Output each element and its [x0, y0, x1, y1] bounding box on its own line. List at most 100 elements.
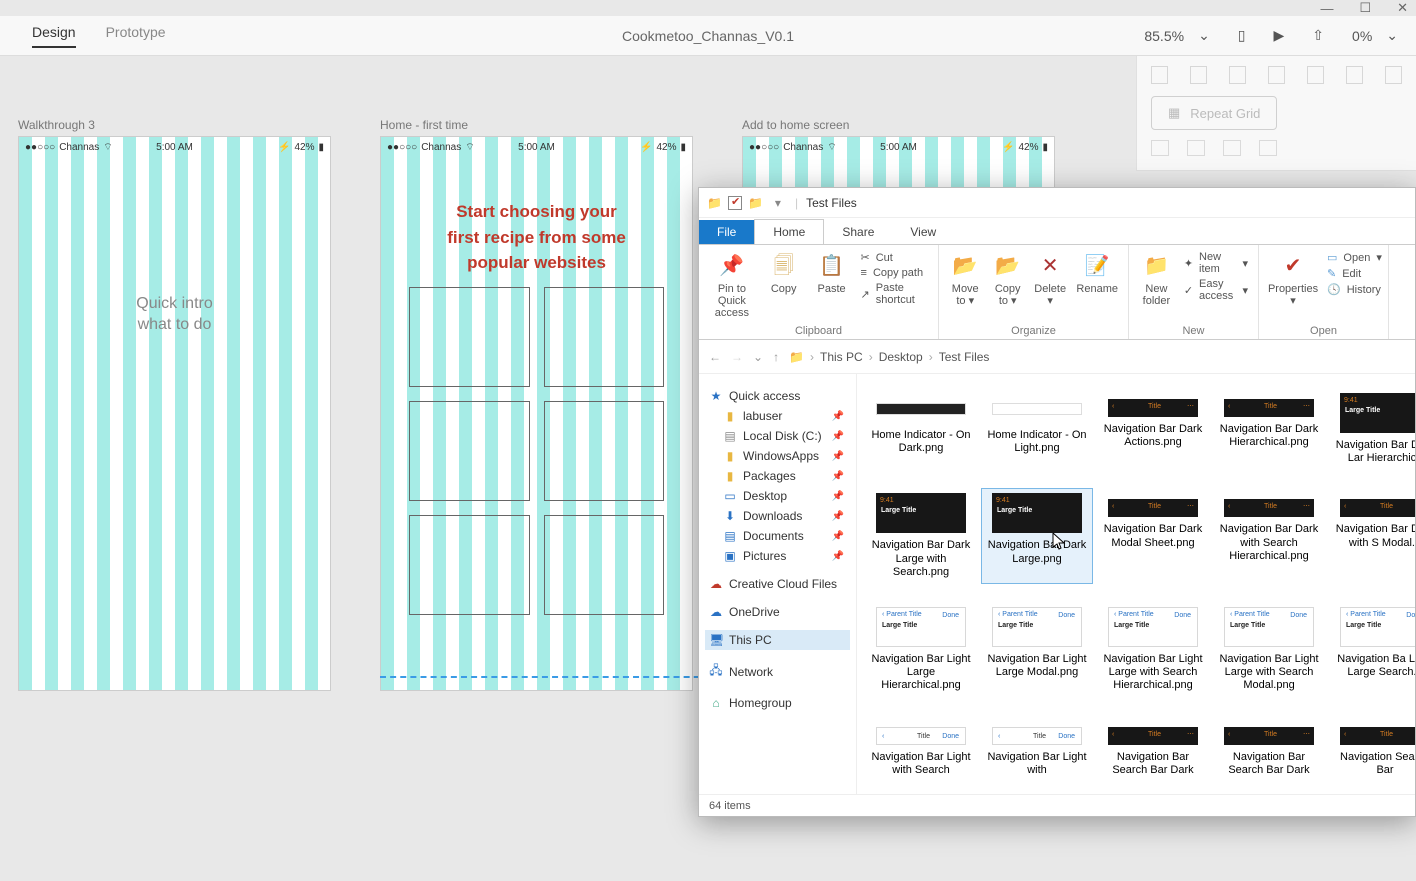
file-item[interactable]: ‹Title⋯Navigation Bar Dark with S Modal.… [1329, 488, 1415, 584]
minimize-icon[interactable]: — [1320, 1, 1333, 16]
file-item[interactable]: Home Indicator - On Dark.png [865, 388, 977, 470]
placeholder-cell[interactable] [544, 515, 665, 615]
file-name: Navigation Bar Light Large with Search H… [1102, 653, 1204, 693]
file-item[interactable]: 9:41Large TitleNavigation Bar Dark Large… [981, 488, 1093, 584]
align-bottom-icon[interactable] [1229, 66, 1246, 84]
align-top-icon[interactable] [1151, 66, 1168, 84]
boolean-intersect-icon[interactable] [1223, 140, 1241, 156]
rename-button[interactable]: 📝Rename [1076, 251, 1118, 307]
file-list[interactable]: Home Indicator - On Dark.pngHome Indicat… [857, 374, 1415, 794]
chevron-down-icon[interactable]: ▾ [775, 196, 781, 210]
file-item[interactable]: ‹ Parent TitleLarge TitleDoneNavigation … [1097, 602, 1209, 698]
tab-prototype[interactable]: Prototype [106, 24, 166, 48]
zoom-dropdown[interactable]: 85.5%⌄ [1144, 27, 1209, 44]
artboard-home-first-time[interactable]: Home - first time ●●○○○Channas⌔ 5:00 AM … [380, 118, 693, 691]
file-item[interactable]: ‹ Parent TitleLarge TitleDoneNavigation … [1213, 602, 1325, 698]
placeholder-cell[interactable] [409, 287, 530, 387]
file-item[interactable]: ‹Title⋯Navigation Bar Dark Modal Sheet.p… [1097, 488, 1209, 584]
paste-shortcut-button[interactable]: ↗Paste shortcut [861, 282, 929, 306]
boolean-subtract-icon[interactable] [1187, 140, 1205, 156]
tab-design[interactable]: Design [32, 24, 76, 48]
nav-recent-icon[interactable]: ⌄ [753, 350, 763, 364]
file-item[interactable]: Home Indicator - On Light.png [981, 388, 1093, 470]
nav-forward-icon[interactable]: → [731, 350, 743, 364]
align-stretch-icon[interactable] [1268, 66, 1285, 84]
tree-item[interactable]: ☁Creative Cloud Files [705, 574, 850, 594]
tree-item[interactable]: 🖧Network [705, 658, 850, 685]
file-item[interactable]: 9:41Large TitleNavigation Bar Dark Large… [865, 488, 977, 584]
new-folder-button[interactable]: 📁New folder [1139, 251, 1174, 307]
ribbon-tab-view[interactable]: View [892, 220, 954, 244]
tree-quick-access[interactable]: ★Quick access [705, 386, 850, 406]
properties-button[interactable]: ✔Properties ▾ [1269, 251, 1317, 307]
file-item[interactable]: ‹ Parent TitleLarge TitleDoneNavigation … [981, 602, 1093, 698]
file-item[interactable]: ‹Title⋯Navigation Bar Dark with Search H… [1213, 488, 1325, 584]
file-item[interactable]: 9:41Large TitleNavigation Bar Dark Lar H… [1329, 388, 1415, 470]
tree-item[interactable]: ⌂Homegroup [705, 693, 850, 713]
qat-checkbox[interactable]: ✔ [728, 196, 742, 210]
history-button[interactable]: 🕓History [1327, 283, 1382, 296]
file-item[interactable]: ‹Title⋯Navigation Bar Dark Hierarchical.… [1213, 388, 1325, 470]
breadcrumb[interactable]: 📁 › This PC› Desktop› Test Files [789, 350, 989, 364]
paste-button[interactable]: 📋 Paste [813, 251, 851, 319]
placeholder-cell[interactable] [409, 515, 530, 615]
file-item[interactable]: ‹Title⋯Navigation Bar Search Bar Dark [1213, 716, 1325, 782]
file-item[interactable]: ‹Title⋯Navigation Bar Dark Actions.png [1097, 388, 1209, 470]
file-item[interactable]: ‹ Parent TitleLarge TitleDoneNavigation … [1329, 602, 1415, 698]
repeat-grid-button[interactable]: ▦ Repeat Grid [1151, 96, 1277, 130]
file-item[interactable]: ‹Title⋯Navigation Search Bar [1329, 716, 1415, 782]
close-icon[interactable]: ✕ [1397, 0, 1408, 16]
placeholder-cell[interactable] [409, 401, 530, 501]
tree-item[interactable]: ▣Pictures📌 [719, 546, 850, 566]
artboard-walkthrough-3[interactable]: Walkthrough 3 ●●○○○Channas⌔ 5:00 AM ⚡42%… [18, 118, 331, 691]
edit-button[interactable]: ✎Edit [1327, 267, 1382, 280]
open-button[interactable]: ▭Open ▾ [1327, 251, 1382, 264]
delete-button[interactable]: ✕Delete ▾ [1034, 251, 1066, 307]
tree-item[interactable]: ▮Packages📌 [719, 466, 850, 486]
ribbon-tab-share[interactable]: Share [824, 220, 892, 244]
maximize-icon[interactable]: ☐ [1359, 0, 1371, 16]
file-item[interactable]: ‹Title⋯Navigation Bar Search Bar Dark [1097, 716, 1209, 782]
tree-item[interactable]: ▮WindowsApps📌 [719, 446, 850, 466]
tree-item[interactable]: ▮labuser📌 [719, 406, 850, 426]
file-item[interactable]: ‹TitleDoneNavigation Bar Light with [981, 716, 1093, 782]
nav-back-icon[interactable]: ← [709, 350, 721, 364]
align-right-icon[interactable] [1385, 66, 1402, 84]
tree-this-pc[interactable]: 🖥This PC [705, 630, 850, 650]
copy-button[interactable]: 🗐 Copy [765, 251, 803, 319]
artboard-label[interactable]: Add to home screen [742, 118, 1055, 132]
align-hcenter-icon[interactable] [1346, 66, 1363, 84]
align-left-icon[interactable] [1307, 66, 1324, 84]
explorer-titlebar[interactable]: 📁 ✔ 📁 ▾ | Test Files [699, 188, 1415, 218]
zoom-dropdown-secondary[interactable]: 0%⌄ [1352, 27, 1398, 44]
nav-up-icon[interactable]: ↑ [773, 350, 779, 364]
artboard-label[interactable]: Home - first time [380, 118, 693, 132]
boolean-exclude-icon[interactable] [1259, 140, 1277, 156]
move-to-button[interactable]: 📂Move to ▾ [949, 251, 981, 307]
tree-item[interactable]: ▤Documents📌 [719, 526, 850, 546]
device-preview-icon[interactable]: ▯ [1238, 27, 1246, 44]
align-vcenter-icon[interactable] [1190, 66, 1207, 84]
cut-button[interactable]: ✂Cut [861, 251, 929, 264]
placeholder-cell[interactable] [544, 401, 665, 501]
file-item[interactable]: ‹ Parent TitleLarge TitleDoneNavigation … [865, 602, 977, 698]
pin-button[interactable]: 📌 Pin to Quick access [709, 251, 755, 319]
placeholder-cell[interactable] [544, 287, 665, 387]
share-icon[interactable]: ⇧ [1312, 27, 1324, 44]
tree-item[interactable]: ⬇Downloads📌 [719, 506, 850, 526]
easy-access-button[interactable]: ✓Easy access ▾ [1184, 278, 1248, 302]
play-icon[interactable]: ▶ [1274, 27, 1285, 44]
artboard-label[interactable]: Walkthrough 3 [18, 118, 331, 132]
ribbon-tab-file[interactable]: File [699, 220, 754, 244]
tree-item[interactable]: ▤Local Disk (C:)📌 [719, 426, 850, 446]
copy-to-button[interactable]: 📂Copy to ▾ [991, 251, 1023, 307]
paste-icon: 📋 [817, 251, 847, 281]
file-item[interactable]: ‹TitleDoneNavigation Bar Light with Sear… [865, 716, 977, 782]
tree-item[interactable]: ☁OneDrive [705, 602, 850, 622]
copy-path-button[interactable]: ≡Copy path [861, 267, 929, 279]
tree-item[interactable]: ▭Desktop📌 [719, 486, 850, 506]
file-explorer-window[interactable]: 📁 ✔ 📁 ▾ | Test Files File Home Share Vie… [698, 187, 1416, 817]
boolean-union-icon[interactable] [1151, 140, 1169, 156]
new-item-button[interactable]: ✦New item ▾ [1184, 251, 1248, 275]
ribbon-tab-home[interactable]: Home [754, 219, 824, 244]
